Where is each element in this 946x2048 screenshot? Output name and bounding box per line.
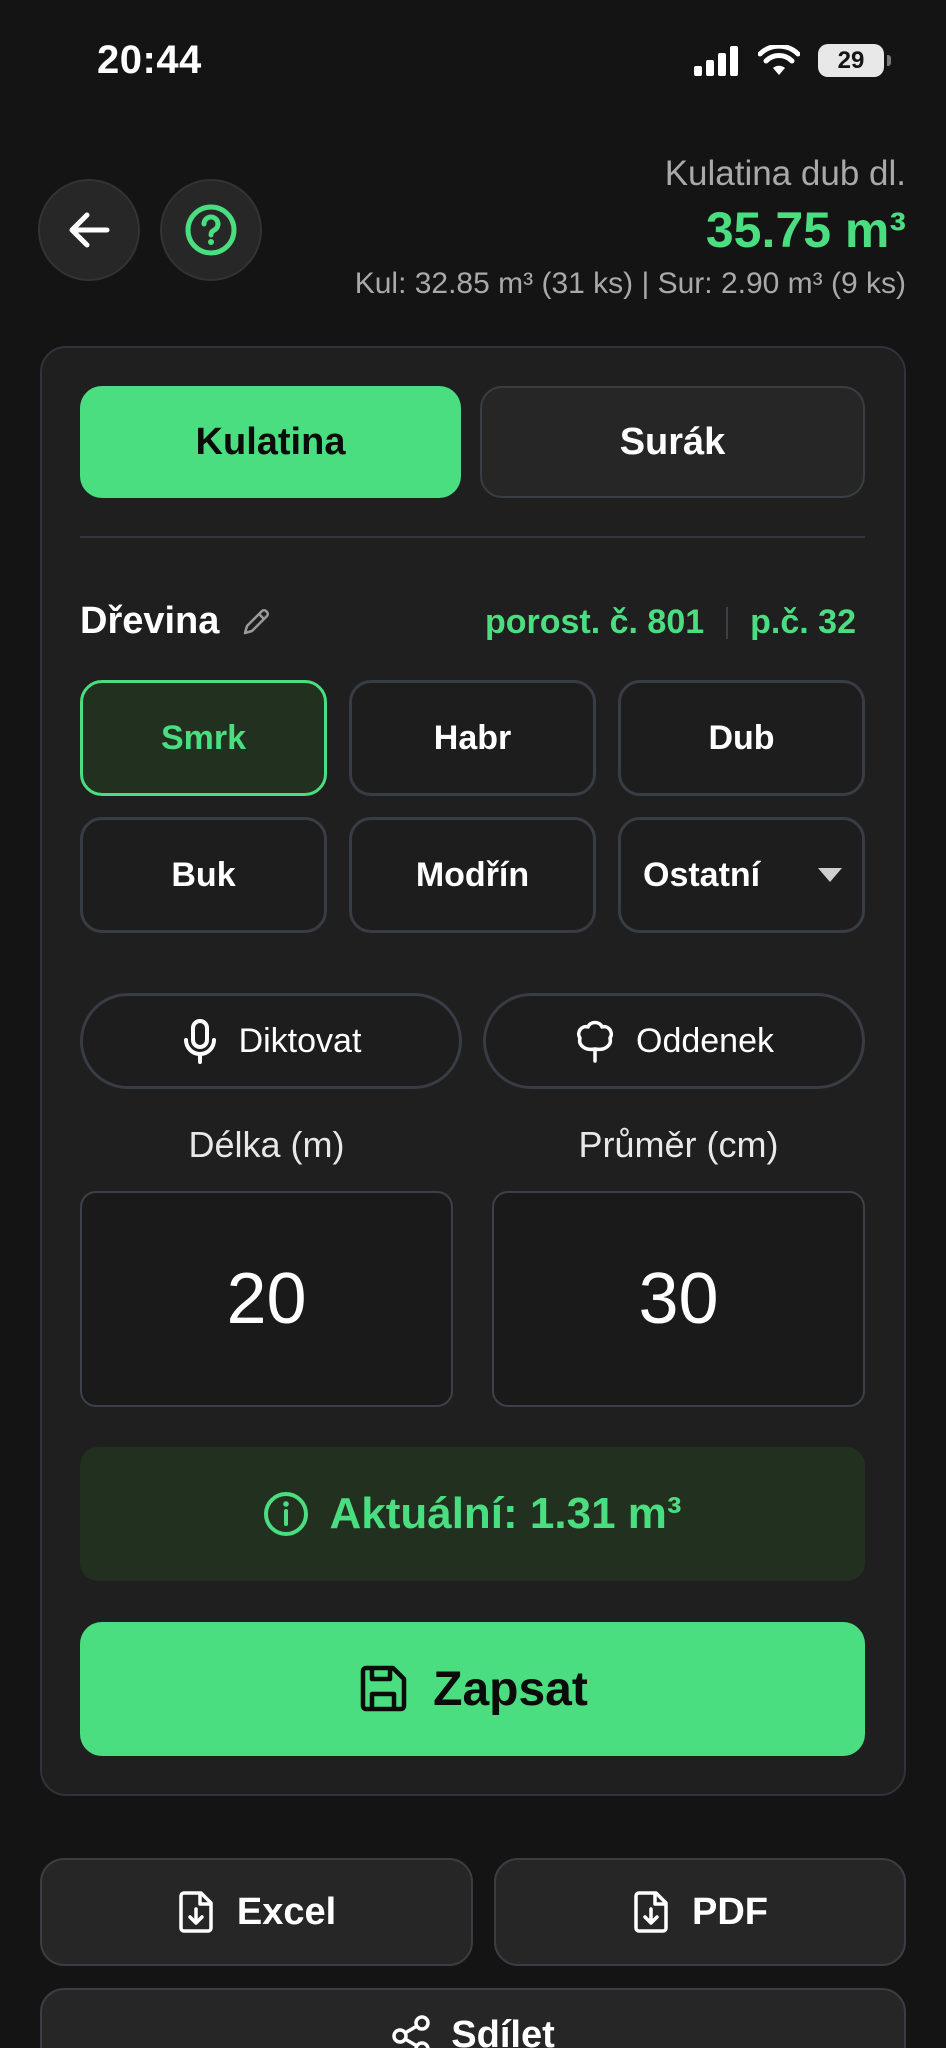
share-label: Sdílet [451, 2014, 555, 2048]
wifi-icon [758, 44, 800, 75]
species-modrin[interactable]: Modřín [349, 817, 596, 933]
total-volume: 35.75 m³ [705, 202, 906, 258]
parcel-number: p.č. 32 [750, 603, 856, 641]
current-volume-text: Aktuální: 1.31 m³ [329, 1489, 682, 1538]
microphone-icon [183, 1019, 216, 1064]
cellular-signal-icon [694, 45, 738, 76]
back-button[interactable] [38, 179, 140, 281]
export-pdf-button[interactable]: PDF [494, 1858, 906, 1966]
arrow-left-icon [69, 212, 110, 248]
battery-level: 29 [837, 46, 865, 74]
tab-kulatina[interactable]: Kulatina [80, 386, 461, 498]
chevron-down-icon [818, 868, 842, 882]
species-other-label: Ostatní [643, 855, 761, 894]
edit-pencil-icon[interactable] [239, 605, 273, 639]
volume-breakdown: Kul: 32.85 m³ (31 ks) | Sur: 2.90 m³ (9 … [354, 267, 906, 300]
species-smrk[interactable]: Smrk [80, 680, 327, 796]
status-time: 20:44 [97, 38, 202, 82]
tree-icon [576, 1020, 614, 1063]
butt-log-button[interactable]: Oddenek [483, 993, 865, 1089]
separator [726, 606, 729, 639]
stand-number: porost. č. 801 [484, 603, 705, 641]
share-button[interactable]: Sdílet [40, 1988, 906, 2048]
species-dub[interactable]: Dub [618, 680, 865, 796]
diameter-label: Průměr (cm) [578, 1124, 779, 1165]
save-button[interactable]: Zapsat [80, 1622, 865, 1756]
save-floppy-icon [360, 1665, 407, 1712]
pdf-label: PDF [692, 1890, 768, 1933]
dictate-button[interactable]: Diktovat [80, 993, 462, 1089]
help-circle-icon [185, 204, 237, 256]
save-label: Zapsat [433, 1662, 588, 1716]
plot-info: porost. č. 801 p.č. 32 [485, 603, 856, 642]
file-download-icon [634, 1891, 668, 1933]
file-download-icon [179, 1891, 213, 1933]
assortment-title: Kulatina dub dl. [664, 154, 906, 193]
butt-log-label: Oddenek [636, 1021, 774, 1060]
species-other-select[interactable]: Ostatní [618, 817, 865, 933]
current-volume-box: Aktuální: 1.31 m³ [80, 1447, 865, 1581]
status-icons: 29 [694, 44, 891, 77]
species-header: Dřevina [80, 600, 273, 643]
share-icon [392, 2015, 431, 2048]
help-button[interactable] [160, 179, 262, 281]
battery-indicator: 29 [818, 44, 891, 77]
tab-surak[interactable]: Surák [480, 386, 865, 498]
divider [80, 536, 865, 538]
species-label: Dřevina [80, 600, 220, 642]
header-summary: Kulatina dub dl. 35.75 m³ Kul: 32.85 m³ … [355, 152, 906, 304]
excel-label: Excel [236, 1890, 337, 1933]
dictate-label: Diktovat [238, 1021, 362, 1060]
length-label: Délka (m) [188, 1124, 345, 1165]
species-habr[interactable]: Habr [349, 680, 596, 796]
info-icon [264, 1492, 309, 1536]
export-excel-button[interactable]: Excel [40, 1858, 473, 1966]
length-input[interactable]: 20 [80, 1191, 453, 1407]
diameter-input[interactable]: 30 [492, 1191, 865, 1407]
species-buk[interactable]: Buk [80, 817, 327, 933]
